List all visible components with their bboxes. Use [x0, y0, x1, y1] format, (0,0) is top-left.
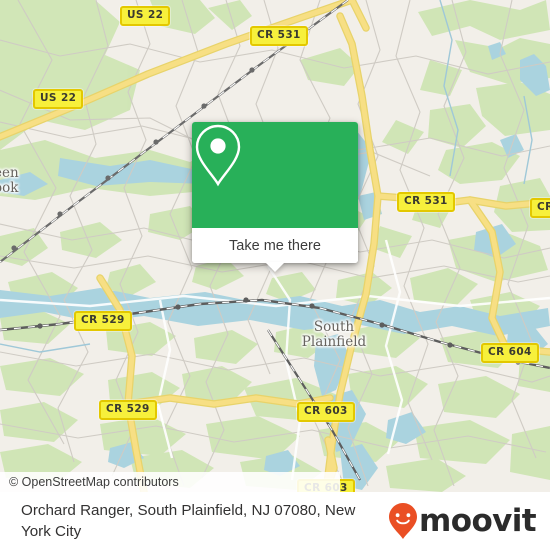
- map-pin-icon: [195, 124, 241, 187]
- location-popup-card[interactable]: Take me there: [192, 122, 358, 272]
- shield-cr-604[interactable]: CR 604: [481, 343, 539, 363]
- shield-cr-529-top[interactable]: CR 529: [74, 311, 132, 331]
- moovit-map-screenshot: een ook South Plainfield US 22 CR 531 US…: [0, 0, 550, 550]
- moovit-wordmark: moovit: [419, 502, 537, 539]
- place-label-south-plainfield: South Plainfield: [302, 320, 366, 350]
- popup-header: [192, 122, 358, 228]
- take-me-there-button[interactable]: Take me there: [192, 228, 358, 263]
- take-me-there-label: Take me there: [229, 237, 321, 254]
- shield-cr-603-mid[interactable]: CR 603: [297, 402, 355, 422]
- shield-cr-edge[interactable]: CR: [530, 198, 550, 218]
- location-title: Orchard Ranger, South Plainfield, NJ 070…: [21, 502, 356, 540]
- place-label-line1: South: [313, 319, 355, 335]
- shield-us-22-top[interactable]: US 22: [120, 6, 171, 26]
- map-attribution-bar: © OpenStreetMap contributors: [0, 472, 340, 492]
- moovit-logo[interactable]: moovit: [388, 502, 550, 540]
- map-canvas[interactable]: een ook South Plainfield US 22 CR 531 US…: [0, 0, 550, 492]
- place-label-line2: Plainfield: [301, 334, 367, 350]
- popup-pointer-tip: [265, 262, 285, 272]
- shield-cr-529-low[interactable]: CR 529: [99, 400, 157, 420]
- place-label-green-brook: een ook: [0, 166, 54, 196]
- attribution-text[interactable]: © OpenStreetMap contributors: [0, 475, 179, 489]
- shield-cr-531-top[interactable]: CR 531: [250, 26, 308, 46]
- place-label-line2: ook: [0, 180, 19, 196]
- shield-cr-531-mid[interactable]: CR 531: [397, 192, 455, 212]
- moovit-smiley-pin-icon: [389, 503, 418, 539]
- shield-us-22-left[interactable]: US 22: [33, 89, 84, 109]
- place-label-line1: een: [0, 165, 19, 181]
- footer-bar: Orchard Ranger, South Plainfield, NJ 070…: [0, 492, 550, 550]
